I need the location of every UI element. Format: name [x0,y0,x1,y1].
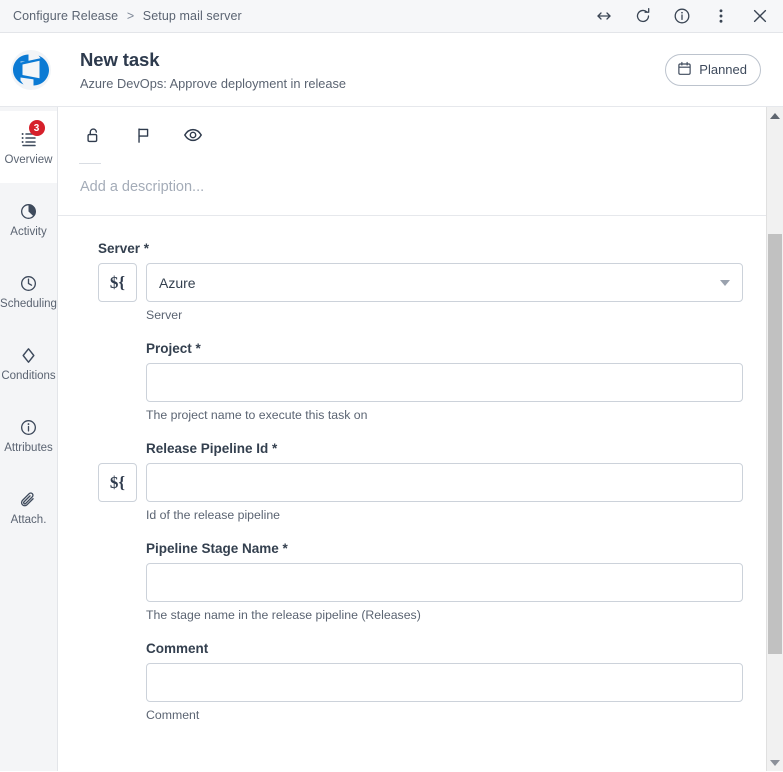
sidebar-item-label-attachments: Attach. [11,514,47,526]
field-label-pipeline-stage-name: Pipeline Stage Name * [146,541,743,556]
sidebar-item-overview[interactable]: 3 Overview [0,111,57,183]
scroll-down-arrow-icon[interactable] [767,754,783,771]
field-row-comment [146,663,743,702]
field-pipeline-stage-name: Pipeline Stage Name * The stage name in … [146,541,743,622]
description-area[interactable]: Add a description... [58,164,783,215]
task-toolbar [58,107,783,163]
lock-open-icon[interactable] [80,122,106,148]
sidebar: 3 Overview Activity Scheduling [0,107,58,771]
release-pipeline-id-input[interactable] [146,463,743,502]
variable-button-release-pipeline-id[interactable]: ${ [98,463,137,502]
breadcrumb-parent[interactable]: Configure Release [13,9,118,23]
breadcrumb-separator: > [127,9,134,23]
sidebar-item-label-conditions: Conditions [1,370,55,382]
field-release-pipeline-id: Release Pipeline Id * ${ Id of the relea… [98,441,743,522]
field-comment: Comment Comment [146,641,743,722]
field-row-release-pipeline-id: ${ [98,463,743,502]
clock-icon [18,272,40,294]
field-row-pipeline-stage-name [146,563,743,602]
vertical-scrollbar[interactable] [766,107,783,771]
list-icon: 3 [18,128,40,150]
diamond-icon [18,344,40,366]
header-text-block: New task Azure DevOps: Approve deploymen… [62,48,665,90]
sidebar-item-attributes[interactable]: Attributes [0,399,57,471]
task-form: Server * ${ Azure Server Project * The p… [58,216,783,751]
field-label-server: Server * [98,241,743,256]
more-options-icon[interactable] [712,7,730,25]
breadcrumb: Configure Release > Setup mail server [13,9,242,23]
refresh-icon[interactable] [634,7,652,25]
field-server: Server * ${ Azure Server [98,241,743,322]
sidebar-item-label-overview: Overview [5,154,53,166]
main-content: Add a description... Server * ${ Azure S… [58,107,783,771]
scroll-up-arrow-icon[interactable] [767,107,783,124]
field-label-comment: Comment [146,641,743,656]
breadcrumb-current: Setup mail server [143,9,242,23]
sidebar-item-label-attributes: Attributes [4,442,53,454]
field-helper-server: Server [146,308,743,322]
chevron-down-icon [720,280,730,286]
overview-badge-count: 3 [29,120,45,136]
field-label-release-pipeline-id: Release Pipeline Id * [146,441,743,456]
server-select[interactable]: Azure [146,263,743,302]
pie-chart-icon [18,200,40,222]
field-row-server: ${ Azure [98,263,743,302]
sidebar-item-scheduling[interactable]: Scheduling [0,255,57,327]
server-select-value: Azure [159,275,196,291]
field-helper-pipeline-stage-name: The stage name in the release pipeline (… [146,608,743,622]
sidebar-item-conditions[interactable]: Conditions [0,327,57,399]
pipeline-stage-name-input[interactable] [146,563,743,602]
flag-icon[interactable] [130,122,156,148]
calendar-icon [677,61,692,79]
close-icon[interactable] [751,7,769,25]
page-title: New task [80,48,665,72]
sidebar-item-label-scheduling: Scheduling [0,298,57,310]
status-badge[interactable]: Planned [665,54,761,86]
eye-icon[interactable] [180,122,206,148]
field-row-project [146,363,743,402]
field-helper-project: The project name to execute this task on [146,408,743,422]
azure-devops-logo [0,47,62,93]
scrollbar-thumb[interactable] [768,234,782,654]
paperclip-icon [18,488,40,510]
variable-button-server[interactable]: ${ [98,263,137,302]
field-label-project: Project * [146,341,743,356]
body: 3 Overview Activity Scheduling [0,107,783,771]
field-helper-release-pipeline-id: Id of the release pipeline [146,508,743,522]
resize-icon[interactable] [595,7,613,25]
info-icon[interactable] [673,7,691,25]
field-project: Project * The project name to execute th… [146,341,743,422]
description-placeholder: Add a description... [80,179,761,195]
comment-input[interactable] [146,663,743,702]
task-subtitle: Azure DevOps: Approve deployment in rele… [80,76,665,91]
sidebar-item-attachments[interactable]: Attach. [0,471,57,543]
info-circle-icon [18,416,40,438]
task-header: New task Azure DevOps: Approve deploymen… [0,33,783,107]
sidebar-item-activity[interactable]: Activity [0,183,57,255]
title-bar-actions [595,7,769,25]
status-badge-label: Planned [699,62,747,77]
field-helper-comment: Comment [146,708,743,722]
scrollbar-track[interactable] [767,124,783,754]
title-bar: Configure Release > Setup mail server [0,0,783,33]
sidebar-item-label-activity: Activity [10,226,46,238]
project-input[interactable] [146,363,743,402]
